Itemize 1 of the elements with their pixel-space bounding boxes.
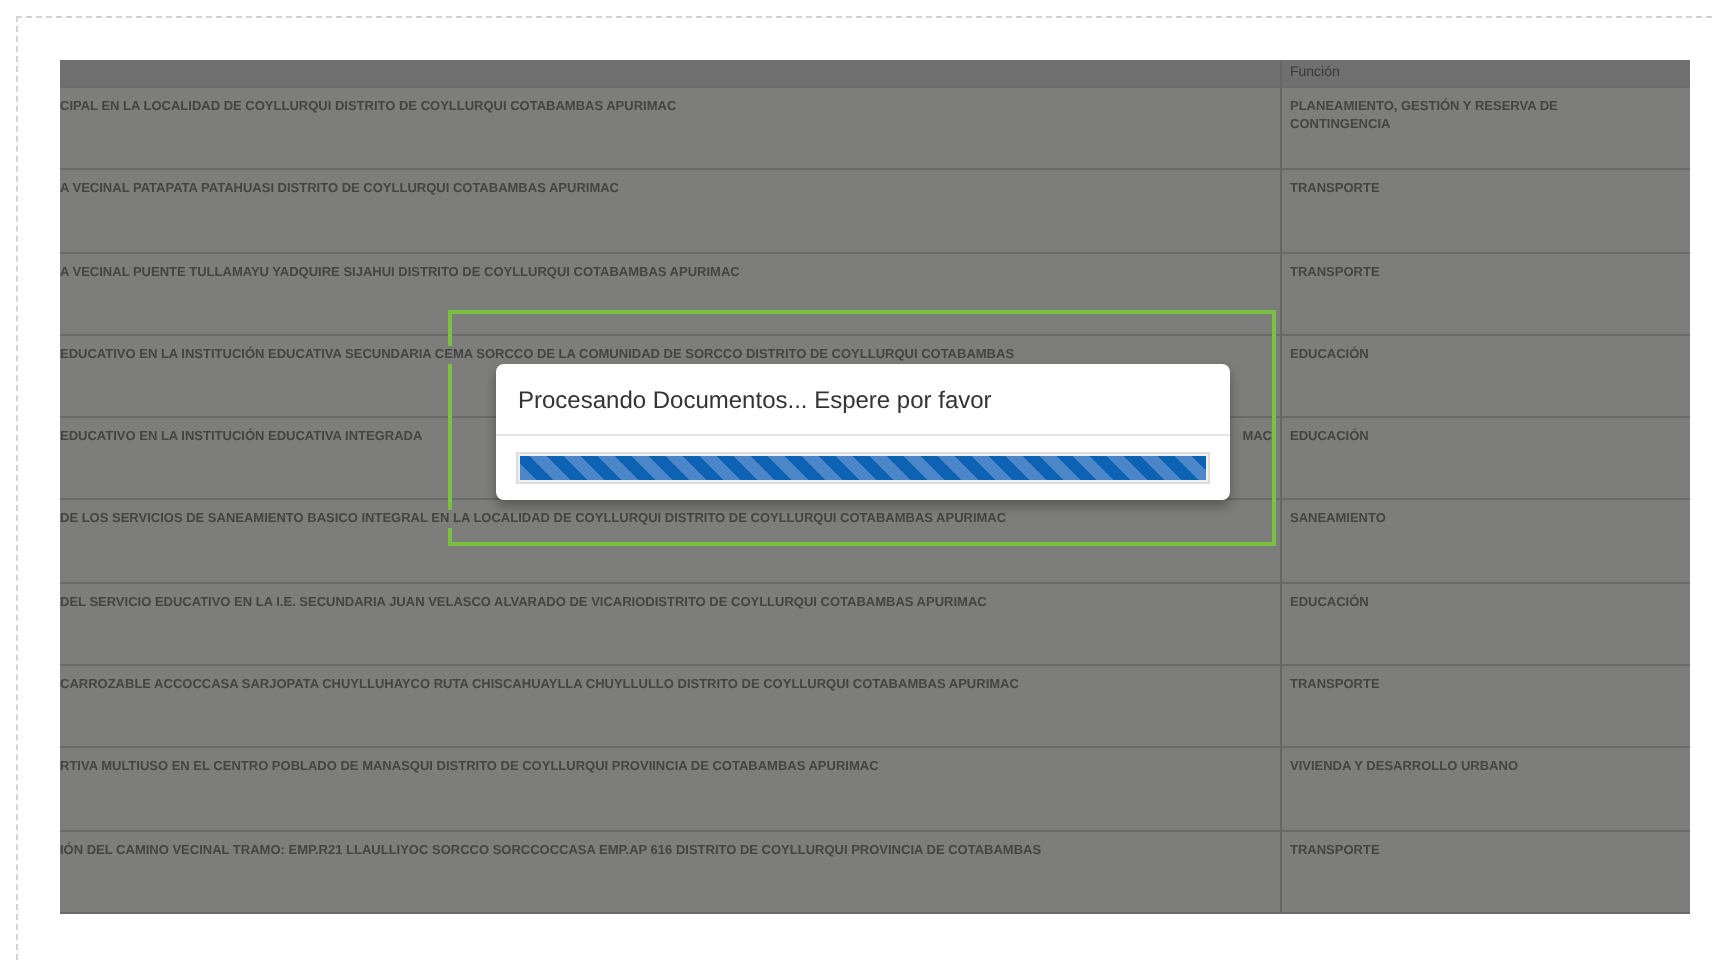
dialog-message: Procesando Documentos... Espere por favor	[518, 383, 992, 417]
